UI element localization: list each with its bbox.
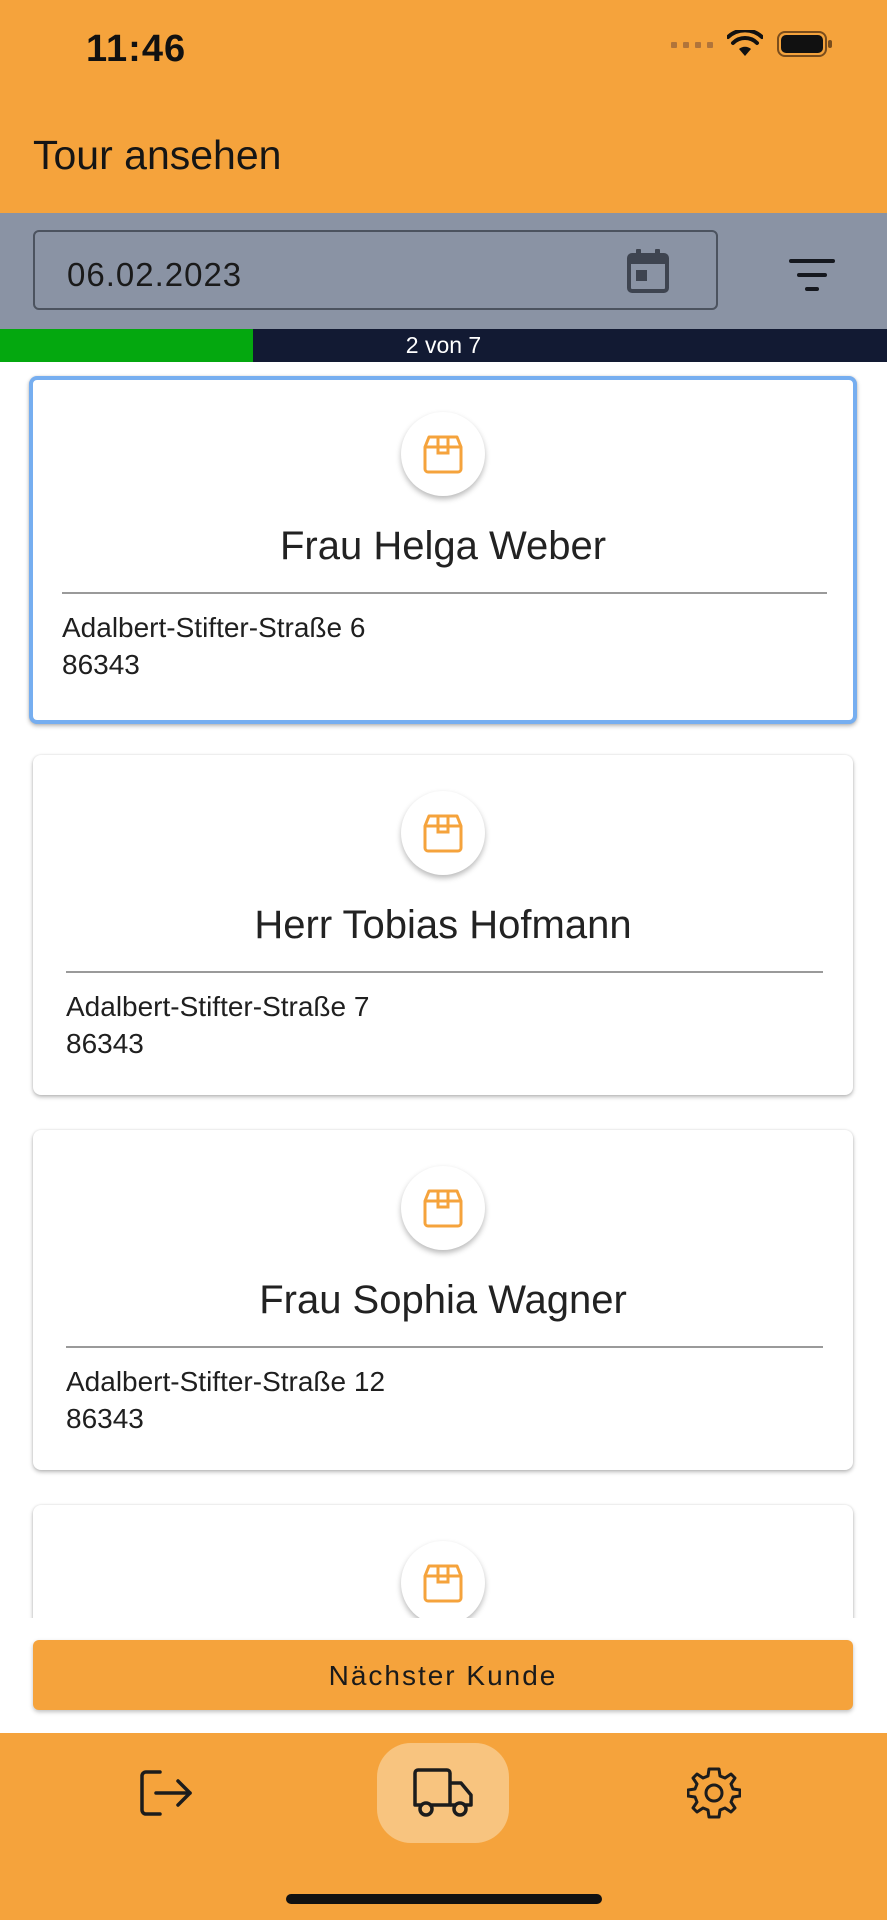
- next-customer-button[interactable]: Nächster Kunde: [33, 1640, 853, 1710]
- customer-street: Adalbert-Stifter-Straße 6: [62, 612, 366, 643]
- status-bar: 11:46: [0, 0, 887, 100]
- customer-name: Frau Sophia Wagner: [259, 1278, 627, 1322]
- customer-street: Adalbert-Stifter-Straße 12: [66, 1366, 386, 1397]
- package-icon: [423, 1189, 463, 1228]
- customer-street: Adalbert-Stifter-Straße 7: [66, 991, 370, 1022]
- bottom-navigation: [0, 1733, 887, 1920]
- filter-icon[interactable]: [789, 255, 835, 295]
- gear-icon: [687, 1767, 741, 1819]
- divider: [66, 1346, 823, 1348]
- truck-icon: [413, 1768, 473, 1817]
- nav-logout[interactable]: [100, 1743, 232, 1843]
- battery-icon: [777, 31, 832, 57]
- status-icons: [671, 30, 833, 58]
- package-badge: [401, 1541, 485, 1618]
- date-field[interactable]: 06.02.2023: [33, 230, 718, 310]
- customer-list[interactable]: Frau Helga Weber Adalbert-Stifter-Straße…: [0, 362, 887, 1618]
- status-time: 11:46: [86, 28, 187, 70]
- package-icon: [423, 814, 463, 853]
- divider: [66, 971, 823, 973]
- customer-zip: 86343: [66, 1403, 144, 1434]
- logout-icon: [140, 1770, 192, 1816]
- customer-card[interactable]: Herr Tobias Hofmann Adalbert-Stifter-Str…: [33, 755, 853, 1095]
- customer-card[interactable]: [33, 1505, 853, 1618]
- calendar-icon[interactable]: [626, 248, 670, 294]
- package-badge: [401, 791, 485, 875]
- customer-name: Herr Tobias Hofmann: [254, 903, 632, 947]
- customer-name: Frau Helga Weber: [279, 524, 607, 568]
- customer-zip: 86343: [62, 649, 140, 680]
- signal-icon: [671, 42, 713, 48]
- nav-tour[interactable]: [377, 1743, 509, 1843]
- customer-card[interactable]: Frau Sophia Wagner Adalbert-Stifter-Stra…: [33, 1130, 853, 1470]
- progress-label: 2 von 7: [405, 332, 482, 358]
- wifi-icon: [727, 30, 763, 56]
- filter-toolbar: 06.02.2023: [0, 213, 887, 329]
- customer-zip: 86343: [66, 1028, 144, 1059]
- home-indicator: [286, 1894, 602, 1904]
- package-badge: [401, 1166, 485, 1250]
- package-icon: [423, 435, 463, 474]
- page-title: Tour ansehen: [33, 132, 282, 178]
- package-badge: [401, 412, 485, 496]
- customer-card[interactable]: Frau Helga Weber Adalbert-Stifter-Straße…: [29, 376, 857, 724]
- date-value: 06.02.2023: [67, 256, 243, 293]
- tour-progress-bar: 2 von 7: [0, 329, 887, 362]
- app-bar: Tour ansehen: [0, 100, 887, 213]
- package-icon: [423, 1564, 463, 1603]
- nav-settings[interactable]: [648, 1743, 780, 1843]
- divider: [62, 592, 827, 594]
